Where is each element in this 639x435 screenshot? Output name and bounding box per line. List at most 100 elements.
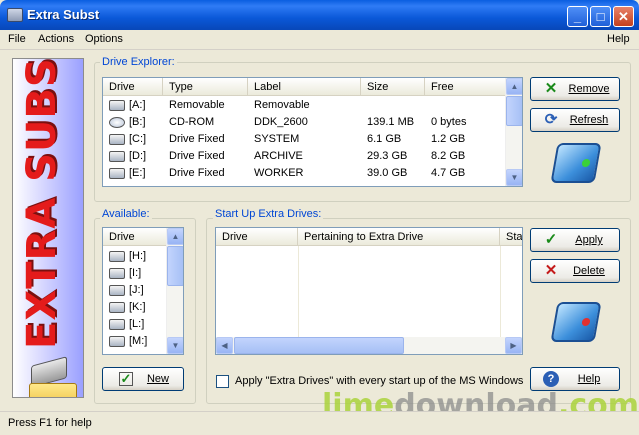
startup-label: Start Up Extra Drives: — [213, 208, 324, 220]
cell-drive: [E:] — [129, 167, 146, 179]
help-label: Help — [577, 373, 601, 385]
column-type[interactable]: Type — [163, 78, 248, 96]
column-label[interactable]: Label — [248, 78, 361, 96]
item-label: [J:] — [129, 284, 144, 296]
item-label: [I:] — [129, 267, 142, 279]
window-title: Extra Subst — [27, 7, 100, 22]
item-label: [K:] — [129, 301, 146, 313]
app-banner: EXTRA SUBST — [12, 58, 84, 398]
new-button[interactable]: ✓ New — [102, 367, 184, 391]
scroll-right-icon[interactable]: ▶ — [505, 337, 522, 354]
menu-options[interactable]: Options — [85, 33, 123, 45]
startup-drives-list[interactable]: Drive Pertaining to Extra Drive Sta ◀ ▶ — [215, 227, 523, 355]
startup-list-hscrollbar[interactable]: ◀ ▶ — [216, 337, 522, 354]
menu-help[interactable]: Help — [607, 33, 630, 45]
delete-button[interactable]: ✕ Delete — [530, 259, 620, 283]
apply-label: Apply — [575, 234, 603, 246]
table-row[interactable]: [B:] CD-ROM DDK_2600 139.1 MB 0 bytes — [103, 114, 507, 131]
status-bar: Press F1 for help — [0, 411, 639, 435]
menu-file[interactable]: File — [8, 33, 26, 45]
cell-label: Removable — [254, 99, 310, 111]
refresh-icon: ⟳ — [544, 111, 558, 128]
list-item[interactable]: [H:] — [103, 248, 167, 265]
scroll-down-icon[interactable]: ▼ — [167, 337, 183, 354]
cell-label: WORKER — [254, 167, 304, 179]
cell-drive: [C:] — [129, 133, 147, 145]
startup-checkbox[interactable] — [216, 375, 229, 388]
apply-button[interactable]: ✓ Apply — [530, 228, 620, 252]
delete-x-icon: ✕ — [544, 262, 558, 279]
column-size[interactable]: Size — [361, 78, 425, 96]
cell-drive: [B:] — [129, 116, 146, 128]
drive-explorer-list[interactable]: Drive Type Label Size Free [A:] Removabl… — [102, 77, 523, 187]
status-text: Press F1 for help — [8, 417, 92, 429]
menu-actions[interactable]: Actions — [38, 33, 74, 45]
table-row[interactable]: [D:] Drive Fixed ARCHIVE 29.3 GB 8.2 GB — [103, 148, 507, 165]
cell-drive: [A:] — [129, 99, 146, 111]
item-label: [M:] — [129, 335, 148, 347]
remove-button[interactable]: ✕ Remove — [530, 77, 620, 101]
list-item[interactable]: [M:] — [103, 333, 167, 350]
cell-drive: [D:] — [129, 150, 147, 162]
list-header: Drive Type Label Size Free — [103, 78, 507, 96]
drive-list-scrollbar[interactable]: ▲ ▼ — [505, 78, 522, 186]
list-item[interactable]: [L:] — [103, 316, 167, 333]
list-item[interactable]: [I:] — [103, 265, 167, 282]
column-divider — [298, 246, 299, 338]
menu-bar: File Actions Options Help — [0, 30, 639, 50]
cell-type: Drive Fixed — [169, 133, 225, 145]
column-status[interactable]: Sta — [500, 228, 522, 246]
app-icon — [7, 8, 23, 22]
cell-size: 39.0 GB — [367, 167, 408, 179]
folder-icon — [29, 383, 77, 397]
banner-title: EXTRA SUBST — [19, 58, 65, 349]
available-list-scrollbar[interactable]: ▲ ▼ — [166, 228, 183, 354]
column-pertaining[interactable]: Pertaining to Extra Drive — [298, 228, 500, 246]
minimize-button[interactable]: _ — [567, 6, 588, 27]
cell-type: CD-ROM — [169, 116, 215, 128]
cell-free: 1.2 GB — [431, 133, 466, 145]
apply-check-icon: ✓ — [544, 231, 558, 248]
column-drive[interactable]: Drive — [103, 78, 163, 96]
cell-type: Drive Fixed — [169, 167, 225, 179]
table-row[interactable]: [A:] Removable Removable — [103, 97, 507, 114]
cell-type: Removable — [169, 99, 225, 111]
table-row[interactable]: [E:] Drive Fixed WORKER 39.0 GB 4.7 GB — [103, 165, 507, 182]
scroll-thumb[interactable] — [506, 96, 522, 126]
available-label: Available: — [100, 208, 152, 220]
scroll-thumb[interactable] — [167, 246, 183, 286]
cell-size: 139.1 MB — [367, 116, 415, 128]
scroll-down-icon[interactable]: ▼ — [506, 169, 522, 186]
scroll-up-icon[interactable]: ▲ — [167, 228, 183, 245]
new-label: New — [146, 373, 169, 385]
close-button[interactable]: ✕ — [613, 6, 634, 27]
cell-label: ARCHIVE — [254, 150, 303, 162]
checkmark-icon: ✓ — [119, 371, 133, 386]
remove-label: Remove — [568, 83, 610, 95]
red-led-icon — [581, 318, 591, 326]
title-bar[interactable]: Extra Subst _ □ ✕ — [0, 0, 639, 30]
maximize-button[interactable]: □ — [590, 6, 611, 27]
scroll-thumb[interactable] — [234, 337, 404, 354]
column-drive[interactable]: Drive — [216, 228, 298, 246]
table-row[interactable]: [C:] Drive Fixed SYSTEM 6.1 GB 1.2 GB — [103, 131, 507, 148]
green-led-icon — [581, 159, 591, 167]
startup-checkbox-label[interactable]: Apply "Extra Drives" with every start up… — [235, 375, 523, 387]
item-label: [H:] — [129, 250, 147, 262]
column-free[interactable]: Free — [425, 78, 507, 96]
refresh-button[interactable]: ⟳ Refresh — [530, 108, 620, 132]
cell-free: 8.2 GB — [431, 150, 466, 162]
startup-drive-icon — [550, 302, 602, 342]
cell-label: DDK_2600 — [254, 116, 308, 128]
scroll-up-icon[interactable]: ▲ — [506, 78, 522, 95]
main-window: Extra Subst _ □ ✕ File Actions Options H… — [0, 0, 639, 435]
help-question-icon: ? — [543, 371, 559, 387]
column-drive[interactable]: Drive — [103, 228, 167, 246]
cell-size: 29.3 GB — [367, 150, 408, 162]
scroll-left-icon[interactable]: ◀ — [216, 337, 233, 354]
list-item[interactable]: [K:] — [103, 299, 167, 316]
cell-free: 4.7 GB — [431, 167, 466, 179]
list-item[interactable]: [J:] — [103, 282, 167, 299]
available-drives-list[interactable]: Drive [H:] [I:] [J:] [K:] [L:] [M:] ▲ ▼ — [102, 227, 184, 355]
cell-size: 6.1 GB — [367, 133, 402, 145]
